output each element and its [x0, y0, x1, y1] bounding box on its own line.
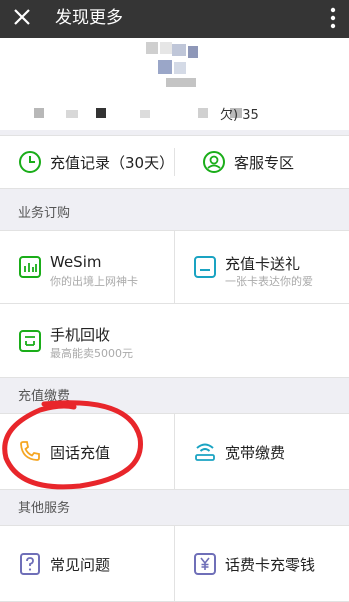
- faq-item[interactable]: 常见问题: [0, 526, 174, 601]
- title-bar: 发现更多: [0, 0, 349, 38]
- recharge-history-label: 充值记录（30天）: [50, 153, 175, 172]
- account-profile: 欠) 35: [0, 38, 349, 130]
- wesim-item[interactable]: WeSim 你的出境上网神卡: [0, 231, 174, 308]
- card-to-change-item[interactable]: 话费卡充零钱: [175, 526, 349, 601]
- quick-actions: 充值记录（30天） 客服专区: [0, 135, 349, 189]
- card-to-change-title: 话费卡充零钱: [225, 556, 316, 574]
- gift-card-item[interactable]: 充值卡送礼 一张卡表达你的爱: [175, 231, 349, 308]
- phone-recycle-title: 手机回收: [50, 326, 111, 344]
- gift-card-subtitle: 一张卡表达你的爱: [225, 275, 313, 288]
- section-title-business: 业务订购: [18, 206, 71, 221]
- close-icon[interactable]: [10, 5, 34, 29]
- customer-service-button[interactable]: 客服专区: [202, 136, 294, 188]
- broadband-payment-item[interactable]: 宽带缴费: [175, 414, 349, 489]
- wesim-title: WeSim: [50, 253, 102, 271]
- phone-recycle-subtitle: 最高能卖5000元: [50, 347, 133, 360]
- annotation-circle: [2, 400, 143, 490]
- wifi-icon: [195, 443, 215, 461]
- phone-recycle-item[interactable]: 手机回收 最高能卖5000元: [0, 304, 174, 381]
- gift-card-icon: [194, 256, 216, 278]
- faq-title: 常见问题: [50, 556, 111, 574]
- page-title: 发现更多: [55, 8, 123, 28]
- balance-text: 欠) 35: [220, 108, 259, 123]
- wesim-subtitle: 你的出境上网神卡: [50, 275, 138, 288]
- yen-card-icon: [194, 553, 216, 575]
- gift-card-title: 充值卡送礼: [225, 255, 301, 273]
- service-icon: [203, 151, 225, 173]
- question-icon: [20, 553, 40, 575]
- broadband-payment-title: 宽带缴费: [225, 444, 286, 462]
- recycle-phone-icon: [19, 330, 41, 352]
- clock-icon: [19, 151, 41, 173]
- chart-card-icon: [19, 256, 41, 278]
- more-icon[interactable]: [329, 6, 337, 30]
- customer-service-label: 客服专区: [234, 153, 295, 172]
- business-grid: WeSim 你的出境上网神卡 充值卡送礼 一张卡表达你的爱 手机回收 最高能卖5…: [0, 230, 349, 378]
- section-title-other: 其他服务: [18, 501, 71, 516]
- recharge-history-button[interactable]: 充值记录（30天）: [18, 136, 174, 188]
- divider: [174, 148, 175, 176]
- other-grid: 常见问题 话费卡充零钱: [0, 525, 349, 602]
